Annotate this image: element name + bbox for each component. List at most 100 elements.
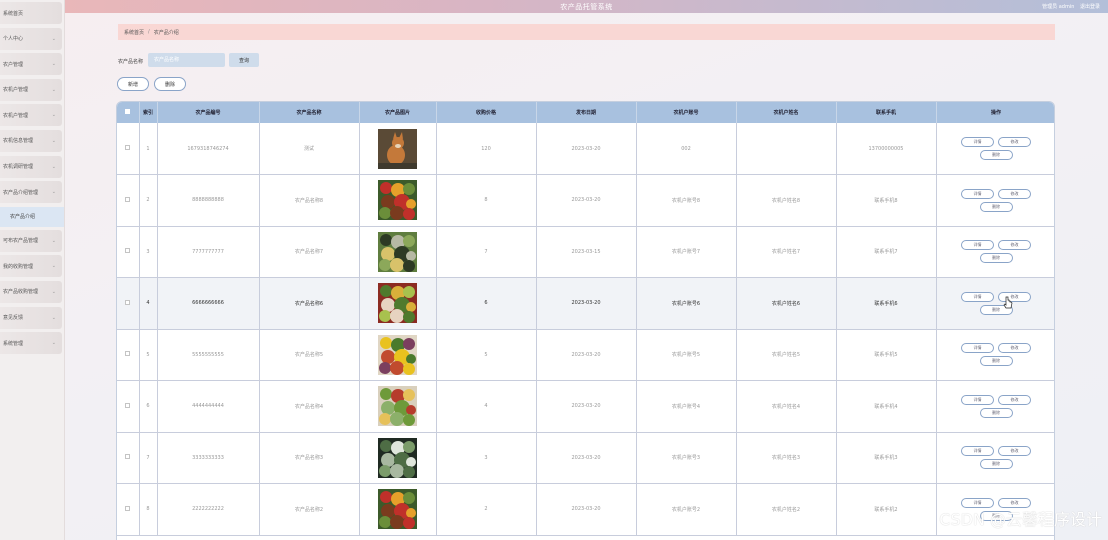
detail-button[interactable]: 详情 <box>961 291 994 302</box>
product-image[interactable] <box>378 283 417 324</box>
product-image[interactable] <box>378 231 417 272</box>
sidebar-item[interactable]: 意见反馈 ⌄ <box>0 306 62 329</box>
delete-button[interactable]: 删除 <box>979 407 1013 418</box>
table-row[interactable]: 5 5555555555 农产品名称5 5 2023-03-20 农机户账号5 农机户姓名5… <box>117 329 1055 381</box>
table-row[interactable]: 3 7777777777 农产品名称7 7 2023-03-15 农机户账号7 农机户姓名7… <box>117 226 1054 278</box>
row-select-cell[interactable] <box>117 277 140 330</box>
table-row[interactable]: 6 4444444444 农产品名称4 4 2023-03-20 农机户账号4 农机户姓名4… <box>117 380 1054 433</box>
column-header: 农产品编号 <box>157 102 260 123</box>
row-checkbox[interactable] <box>125 299 131 305</box>
edit-button[interactable]: 修改 <box>998 240 1031 251</box>
row-checkbox[interactable] <box>125 505 131 511</box>
sidebar-item[interactable]: 系统管理 ⌄ <box>0 332 62 355</box>
delete-button[interactable]: 删除 <box>979 459 1013 470</box>
sidebar-item-label: 系统管理 <box>3 340 24 347</box>
detail-button[interactable]: 详情 <box>961 343 994 354</box>
product-image[interactable] <box>378 386 417 427</box>
delete-button[interactable]: 删除 <box>979 150 1013 160</box>
sidebar-item[interactable]: 系统首页 <box>0 2 62 24</box>
sidebar-item[interactable]: 农机调研管理 ⌄ <box>0 155 62 178</box>
column-header: 操作 <box>936 102 1054 123</box>
edit-button[interactable]: 修改 <box>998 394 1031 405</box>
table-row[interactable]: 1 1679318746274 测试 120 2023-03-20 002 13700000… <box>117 123 1055 175</box>
add-button[interactable]: 新增 <box>117 77 149 91</box>
row-select-cell[interactable] <box>117 483 140 536</box>
select-all-checkbox[interactable] <box>125 109 131 114</box>
sidebar-item[interactable]: 个人中心 ⌄ <box>0 27 62 50</box>
query-button[interactable]: 查询 <box>229 53 259 67</box>
sidebar-item[interactable]: 农产品收购管理 ⌄ <box>0 280 62 303</box>
product-image[interactable] <box>378 489 417 530</box>
cell-product-code: 2222222222 <box>157 483 260 536</box>
product-image[interactable] <box>378 334 417 375</box>
product-image[interactable] <box>378 128 417 169</box>
row-select-cell[interactable] <box>117 329 140 381</box>
sidebar-item[interactable]: 农产品介绍管理 ⌄ <box>0 181 62 204</box>
sidebar-item[interactable]: 农机信息管理 ⌄ <box>0 129 62 152</box>
table-row[interactable]: 2 8888888888 农产品名称8 8 2023-03-20 农机户账号8 农机户姓名8… <box>117 174 1054 227</box>
product-image[interactable] <box>378 180 417 221</box>
row-checkbox[interactable] <box>125 145 131 150</box>
detail-button[interactable]: 详情 <box>961 137 994 147</box>
row-select-cell[interactable] <box>117 226 140 278</box>
cell-date: 2023-03-20 <box>536 329 637 381</box>
row-actions: 详情 修改删除 <box>937 343 1055 367</box>
table-row[interactable]: 4 6666666666 农产品名称6 6 2023-03-20 农机户账号6 农机户姓名6… <box>117 277 1054 330</box>
row-actions: 详情 修改删除 <box>937 137 1055 160</box>
detail-button[interactable]: 详情 <box>961 240 994 251</box>
logout-link[interactable]: 退出登录 <box>1080 4 1100 10</box>
row-checkbox[interactable] <box>125 248 131 254</box>
row-select-cell[interactable] <box>117 174 140 227</box>
detail-button[interactable]: 详情 <box>961 446 994 457</box>
cell-product-code: 3333333333 <box>157 432 260 484</box>
sidebar-item[interactable]: 可布农产品管理 ⌄ <box>0 229 62 252</box>
cell-index: 3 <box>139 226 158 278</box>
cell-actions: 详情 修改删除 <box>936 329 1055 381</box>
sidebar-item-label: 农机调研管理 <box>3 164 34 171</box>
cell-product-image <box>359 174 437 227</box>
cell-index: 4 <box>139 277 158 330</box>
sidebar-item[interactable]: 我的收购管理 ⌄ <box>0 255 62 278</box>
row-select-cell[interactable] <box>117 123 140 175</box>
search-input[interactable] <box>148 53 225 67</box>
cell-date: 2023-03-20 <box>536 277 637 330</box>
cell-actions: 详情 修改删除 <box>936 226 1054 278</box>
detail-button[interactable]: 详情 <box>961 188 994 199</box>
column-header: 联系手机 <box>836 102 937 123</box>
breadcrumb-home[interactable]: 系统首页 <box>124 29 144 36</box>
cell-product-image <box>359 277 437 330</box>
row-select-cell[interactable] <box>117 432 140 484</box>
select-all-header[interactable] <box>117 102 140 123</box>
detail-button[interactable]: 详情 <box>961 394 994 405</box>
product-image[interactable] <box>378 437 417 478</box>
row-checkbox[interactable] <box>125 196 131 202</box>
cell-actions: 详情 修改删除 <box>936 123 1055 175</box>
chevron-down-icon: ⌄ <box>51 137 56 144</box>
row-checkbox[interactable] <box>125 454 131 460</box>
cell-owner-name <box>736 123 837 175</box>
edit-button[interactable]: 修改 <box>998 137 1031 147</box>
sidebar-item[interactable]: 农机户管理 ⌄ <box>0 78 62 101</box>
sidebar-item[interactable]: 农机户管理 ⌄ <box>0 104 62 127</box>
table-header-row: 索引 农产品编号 农产品名称 农产品图片 收购价格 发布日期 农机户账号 农机户姓名 联系手机操… <box>117 102 1054 123</box>
chevron-down-icon: ⌄ <box>51 61 56 68</box>
batch-delete-button[interactable]: 删除 <box>154 77 186 91</box>
row-select-cell[interactable] <box>117 380 140 433</box>
delete-button[interactable]: 删除 <box>979 201 1013 212</box>
table-row[interactable]: 7 3333333333 农产品名称3 3 2023-03-20 农机户账号3 农机户姓名3… <box>117 432 1054 484</box>
edit-button[interactable]: 修改 <box>998 446 1031 457</box>
cell-index: 6 <box>139 380 158 433</box>
cell-phone: 联系手机2 <box>836 483 937 536</box>
edit-button[interactable]: 修改 <box>998 343 1031 354</box>
sidebar-item[interactable]: 农户管理 ⌄ <box>0 53 62 76</box>
delete-button[interactable]: 删除 <box>979 253 1013 264</box>
sidebar-item-label: 农机户管理 <box>3 87 29 94</box>
cell-actions: 详情 修改删除 <box>936 174 1054 227</box>
table-row[interactable]: 8 2222222222 农产品名称2 2 2023-03-20 农机户账号2 农机户姓名2… <box>117 483 1054 536</box>
edit-button[interactable]: 修改 <box>998 188 1031 199</box>
cell-owner-name: 农机户姓名6 <box>736 277 837 330</box>
sidebar-subitem-active[interactable]: 农产品介绍 <box>0 206 64 227</box>
delete-button[interactable]: 删除 <box>979 356 1013 367</box>
row-checkbox[interactable] <box>125 351 131 357</box>
row-checkbox[interactable] <box>125 402 131 408</box>
